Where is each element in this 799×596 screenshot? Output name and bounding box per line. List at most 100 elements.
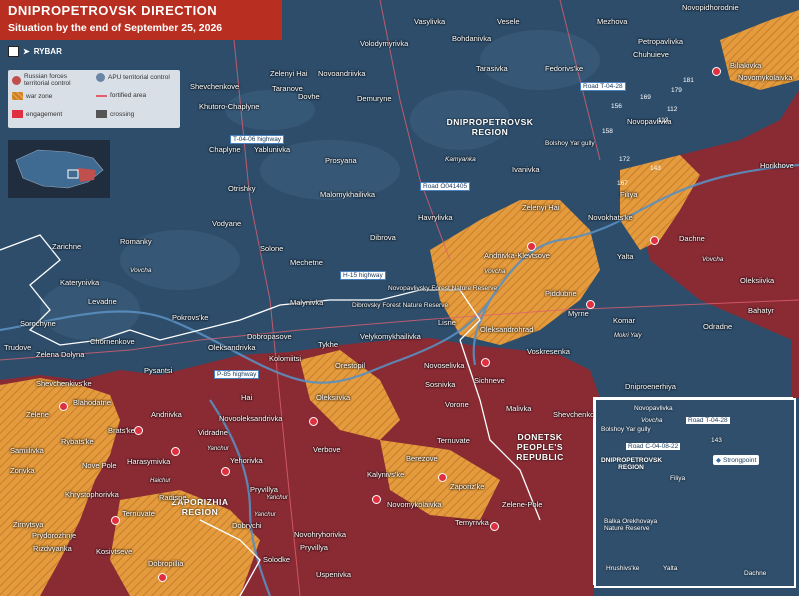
engagement-icon: [490, 522, 499, 531]
settlement-vasylivka: Vasylivka: [414, 17, 446, 26]
height-113: 113: [658, 117, 669, 124]
settlement-zelene-pole: Zelene-Pole: [502, 500, 543, 509]
russia-swatch-icon: [12, 75, 21, 85]
legend-item-apu: APU territorial control: [96, 73, 170, 82]
legend-item-fortified: fortified area: [96, 92, 146, 99]
settlement-oleksandrohrad: Oleksandrohrad: [480, 325, 534, 334]
inset-height-143: 143: [711, 437, 722, 444]
height-167: 167: [617, 180, 628, 187]
legend-item-russia: Russian forces territorial control: [12, 73, 94, 87]
height-158: 158: [602, 128, 613, 135]
river-vovcha-c: Vovcha: [484, 268, 506, 275]
settlement-ivanivka: Ivanivka: [512, 165, 540, 174]
river-vovcha-e: Vovcha: [702, 256, 724, 263]
settlement-sosnivka: Sosnivka: [425, 380, 456, 389]
road-label-h15: H-15 highway: [340, 271, 386, 280]
settlement-voskresenka: Voskresenka: [527, 347, 570, 356]
inset-road-t0428: Road T-04-28: [686, 417, 730, 424]
fortified-swatch-icon: [96, 94, 107, 97]
settlement-otrishky: Otrishky: [228, 184, 256, 193]
settlement-prydorozhnje: Prydorozhnje: [32, 531, 77, 540]
map-subtitle: Situation by the end of September 25, 20…: [8, 22, 223, 34]
settlement-zirnytsya: Zirnytsya: [13, 520, 44, 529]
settlement-novokhatske: Novokhats'ke: [588, 213, 633, 222]
settlement-mezhova: Mezhova: [597, 17, 628, 26]
settlement-kamyanka: Kamyanka: [445, 156, 476, 163]
engagement-icon: [111, 516, 120, 525]
inset-filiya: Filiya: [670, 475, 686, 482]
settlement-solodke: Solodke: [263, 555, 291, 564]
brand-label: RYBAR: [33, 46, 62, 56]
settlement-volodymyrivka: Volodymyrivka: [360, 39, 409, 48]
inset-novopavlivka: Novopavlivka: [634, 405, 673, 412]
settlement-pryvillya-w: Pryvillya: [250, 485, 278, 494]
settlement-vorone: Vorone: [445, 400, 469, 409]
inset-region: DNIPROPETROVSK REGION: [601, 457, 663, 471]
engagement-icon: [650, 236, 659, 245]
locator-minimap: [8, 140, 110, 198]
settlement-andriivka-klevtsove: Andriivka-Klevtsove: [484, 251, 550, 260]
height-181: 181: [683, 77, 694, 84]
engagement-icon: [221, 467, 230, 476]
settlement-harasymivka: Harasymivka: [127, 457, 171, 466]
settlement-vidradne: Vidradne: [198, 428, 228, 437]
engagement-icon: [171, 447, 180, 456]
settlement-yablunivka: Yablunivka: [254, 145, 291, 154]
settlement-dobrychi: Dobrychi: [232, 521, 262, 530]
engagement-swatch-icon: [12, 110, 23, 118]
settlement-zaporizke: Zaporiz'ke: [450, 482, 485, 491]
settlement-ternuvate-s: Ternuvate: [122, 509, 155, 518]
height-169: 169: [640, 94, 651, 101]
header-banner: DNIPROPETROVSK DIRECTION Situation by th…: [0, 0, 282, 40]
settlement-piddubne: Piddubne: [545, 289, 577, 298]
inset-map: Novopavlivka Road T-04-28 Vovcha Bolshoy…: [594, 398, 796, 588]
legend-item-engagement: engagement: [12, 110, 62, 118]
crossing-swatch-icon: [96, 110, 107, 118]
settlement-demuryne: Demuryne: [357, 94, 392, 103]
settlement-shevchenkove-n: Shevchenkove: [190, 82, 240, 91]
engagement-icon: [586, 300, 595, 309]
settlement-zelenyi-hai-c: Zelenyi Hai: [522, 203, 560, 212]
height-112: 112: [667, 106, 678, 113]
settlement-zelene: Zelene: [26, 410, 49, 419]
settlement-bohdanivka: Bohdanivka: [452, 34, 492, 43]
settlement-prosyana: Prosyana: [325, 156, 357, 165]
settlement-sichneve: Sichneve: [474, 376, 505, 385]
legend: Russian forces territorial control APU t…: [8, 70, 180, 128]
settlement-malynivka: Malynivka: [290, 298, 324, 307]
settlement-andriivka-w: Andriivka: [151, 410, 182, 419]
settlement-levadne: Levadne: [88, 297, 117, 306]
settlement-lisne: Lisne: [438, 318, 456, 327]
settlement-novoselivka: Novoselivka: [424, 361, 465, 370]
settlement-oleksandrivka: Oleksandrivka: [208, 343, 256, 352]
settlement-zelena-dolyna: Zelena Dolyna: [36, 350, 85, 359]
settlement-malomykhailivka: Malomykhailivka: [320, 190, 376, 199]
label-bolshoy-yar: Bolshoy Yar gully: [545, 140, 595, 147]
road-label-t0406: T-04-06 highway: [230, 135, 285, 144]
region-label-donetsk: DONETSK PEOPLE'S REPUBLIC: [516, 432, 564, 462]
settlement-yehorivka: Yehorivka: [230, 456, 263, 465]
settlement-dovhe: Dovhe: [298, 92, 320, 101]
settlement-blahodatne: Blahodatne: [73, 398, 111, 407]
settlement-dobropillia: Dobropillia: [148, 559, 184, 568]
settlement-yalta: Yalta: [617, 252, 634, 261]
settlement-zorivka: Zorivka: [10, 466, 35, 475]
inset-road-c0408: Road C-04-08-22: [626, 443, 681, 450]
settlement-bahatyr: Bahatyr: [748, 306, 774, 315]
settlement-uspenivka: Uspenivka: [316, 570, 352, 579]
settlement-zarichne: Zarichne: [52, 242, 82, 251]
settlement-shevchenkivske: Shevchenkivs'ke: [36, 379, 92, 388]
strongpoint-badge: ◆ Strongpoint: [713, 455, 760, 465]
river-vovcha-w: Vovcha: [130, 267, 152, 274]
telegram-icon: ➤: [23, 46, 30, 56]
label-dibrovsky: Dibrovsky Forest Nature Reserve: [352, 302, 449, 309]
settlement-fedorivske: Fedorivs'ke: [545, 64, 584, 73]
settlement-dobropasove: Dobropasove: [247, 332, 292, 341]
settlement-novohryhorivka: Novohryhorivka: [294, 530, 347, 539]
settlement-biliakivka: Biliakivka: [730, 61, 762, 70]
settlement-berezove: Berezove: [406, 454, 438, 463]
settlement-dachne: Dachne: [679, 234, 705, 243]
strongpoint-icon: ◆: [716, 457, 721, 464]
settlement-odradne: Odradne: [703, 322, 733, 331]
label-novopavlivsky: Novopavlivsky Forest Nature Reserve: [388, 285, 498, 292]
